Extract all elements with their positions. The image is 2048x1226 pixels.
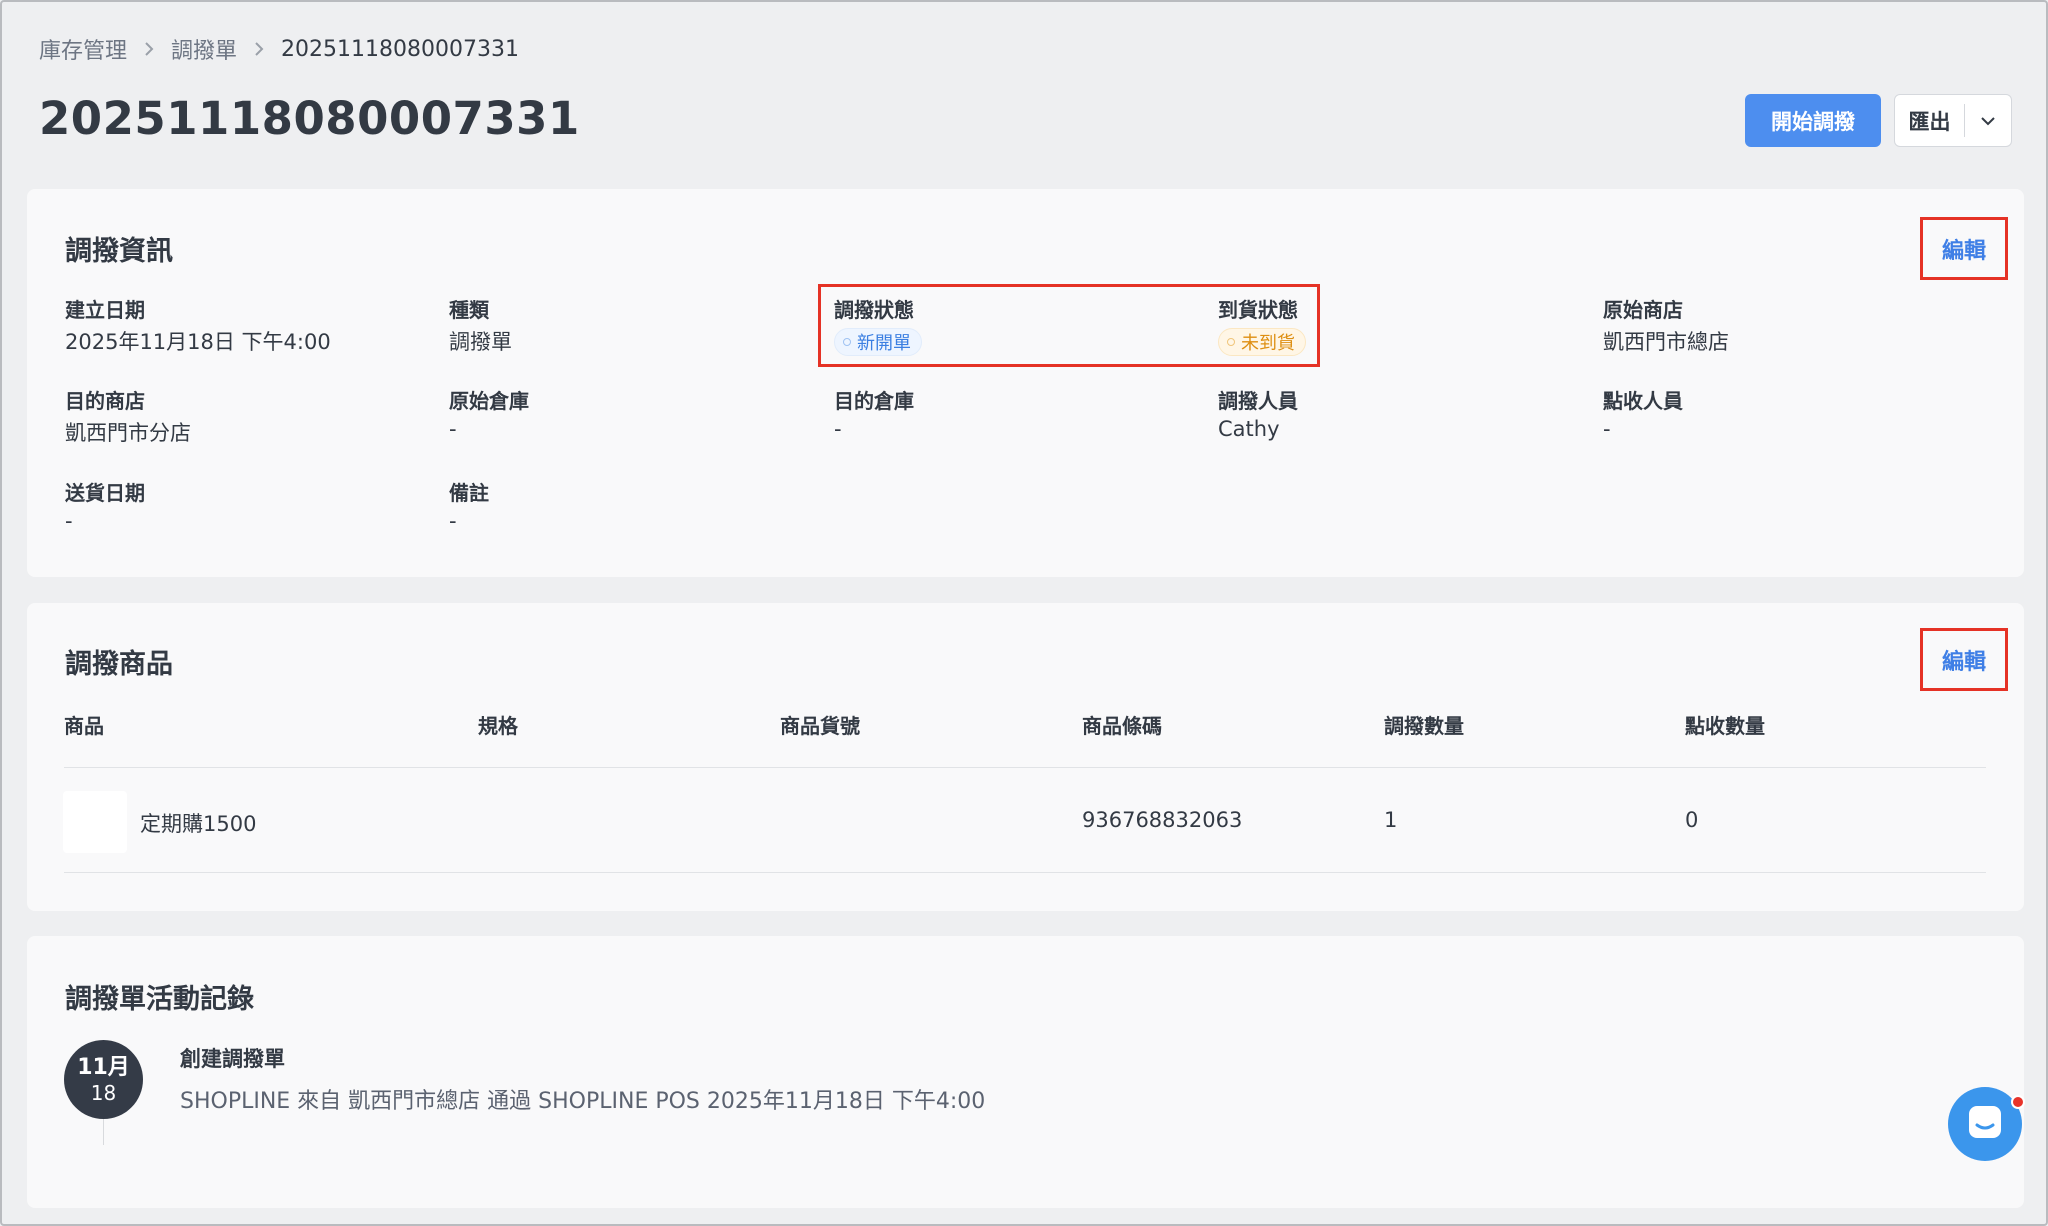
chevron-right-icon — [144, 41, 154, 57]
product-thumbnail — [63, 791, 127, 853]
table-divider — [64, 767, 1986, 768]
field-transfer-staff: 調撥人員 Cathy — [1218, 389, 1298, 441]
field-transfer-status: 調撥狀態 新開單 — [834, 294, 922, 356]
chevron-right-icon — [254, 41, 264, 57]
export-button[interactable]: 匯出 — [1895, 95, 1964, 146]
status-dot-icon — [1227, 338, 1235, 346]
breadcrumb-item-inventory[interactable]: 庫存管理 — [39, 33, 127, 65]
table-divider — [64, 872, 1986, 873]
arrival-status-badge: 未到貨 — [1218, 328, 1306, 356]
column-header-received-qty: 點收數量 — [1685, 714, 1765, 738]
transfer-status-badge: 新開單 — [834, 328, 922, 356]
transfer-info-edit-link[interactable]: 編輯 — [1920, 217, 2008, 280]
field-delivery-date: 送貨日期 - — [65, 481, 145, 533]
activity-log-title: 調撥單活動記錄 — [65, 984, 254, 1015]
field-created-date: 建立日期 2025年11月18日 下午4:00 — [65, 298, 331, 354]
page-title: 20251118080007331 — [39, 92, 580, 145]
activity-entry-description: SHOPLINE 來自 凱西門市總店 通過 SHOPLINE POS 2025年… — [180, 1089, 986, 1114]
breadcrumb-current: 20251118080007331 — [281, 36, 519, 62]
column-header-transfer-qty: 調撥數量 — [1384, 714, 1464, 738]
activity-log-card: 調撥單活動記錄 — [27, 936, 2024, 1208]
timeline-line — [103, 1119, 104, 1145]
field-receive-staff: 點收人員 - — [1603, 389, 1683, 441]
chat-icon — [1966, 1103, 2004, 1145]
transfer-info-title: 調撥資訊 — [65, 236, 173, 267]
transfer-products-card: 調撥商品 — [27, 603, 2024, 911]
column-header-spec: 規格 — [478, 714, 518, 738]
field-dest-store: 目的商店 凱西門市分店 — [65, 389, 191, 445]
export-dropdown[interactable]: 匯出 — [1894, 94, 2012, 147]
status-dot-icon — [843, 338, 851, 346]
cell-transfer-qty: 1 — [1384, 808, 1398, 832]
notification-dot-icon — [2011, 1095, 2025, 1109]
transfer-info-card: 調撥資訊 — [27, 189, 2024, 577]
cell-barcode: 936768832063 — [1082, 808, 1243, 832]
start-transfer-button[interactable]: 開始調撥 — [1745, 94, 1881, 147]
cell-product-name[interactable]: 定期購1500 — [140, 808, 256, 838]
chevron-down-icon[interactable] — [1965, 95, 2011, 146]
breadcrumb-item-transfer[interactable]: 調撥單 — [171, 33, 237, 65]
column-header-product: 商品 — [64, 714, 104, 738]
cell-received-qty: 0 — [1685, 808, 1699, 832]
field-type: 種類 調撥單 — [449, 298, 512, 354]
field-arrival-status: 到貨狀態 未到貨 — [1218, 294, 1306, 356]
field-origin-warehouse: 原始倉庫 - — [449, 389, 529, 441]
transfer-products-edit-link[interactable]: 編輯 — [1920, 628, 2008, 691]
activity-entry-title: 創建調撥單 — [180, 1047, 285, 1071]
column-header-barcode: 商品條碼 — [1082, 714, 1162, 738]
transfer-products-title: 調撥商品 — [65, 649, 173, 680]
field-origin-store: 原始商店 凱西門市總店 — [1603, 298, 1729, 354]
column-header-sku: 商品貨號 — [780, 714, 860, 738]
activity-date-badge: 11月 18 — [64, 1040, 143, 1119]
breadcrumb: 庫存管理 調撥單 20251118080007331 — [39, 33, 519, 65]
field-dest-warehouse: 目的倉庫 - — [834, 389, 914, 441]
field-note: 備註 - — [449, 481, 489, 533]
